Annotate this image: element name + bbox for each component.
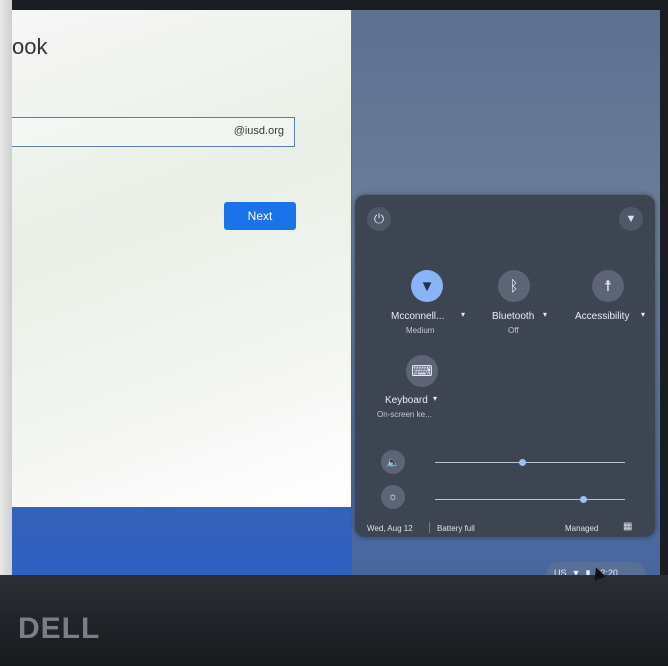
brightness-slider[interactable] <box>435 499 625 500</box>
tile-bluetooth-status: Off <box>508 326 519 335</box>
dell-logo: DELL <box>18 612 101 645</box>
bluetooth-icon: ᛒ <box>498 270 530 302</box>
brightness-icon: ☼ <box>387 491 399 503</box>
tile-accessibility-label: Accessibility <box>575 311 630 322</box>
power-button[interactable]: ⏻ <box>367 207 391 231</box>
accessibility-icon: ☨ <box>592 270 624 302</box>
page-title: ook <box>12 34 48 59</box>
chevron-down-icon: ▾ <box>641 310 646 319</box>
volume-slider[interactable] <box>435 462 625 463</box>
brightness-button[interactable]: ☼ <box>381 485 405 509</box>
collapse-button[interactable]: ▼ <box>619 207 643 231</box>
tile-bluetooth[interactable]: ᛒ Bluetooth ▾ Off <box>485 270 549 340</box>
divider <box>429 522 430 533</box>
chevron-down-icon: ▾ <box>461 310 466 319</box>
login-card: ook @iusd.org Next <box>12 10 351 507</box>
tile-bluetooth-label: Bluetooth <box>492 311 535 322</box>
volume-slider-thumb[interactable] <box>518 459 526 466</box>
tile-network-label: Mcconnell... <box>391 311 445 322</box>
managed-label[interactable]: Managed <box>565 524 598 533</box>
building-icon: ▦ <box>623 521 633 532</box>
chevron-down-icon: ▾ <box>433 394 438 403</box>
quick-settings-panel: ⏻ ▼ ▼ Mcconnell... ▾ Medium ᛒ Bluetooth … <box>355 195 655 537</box>
volume-button[interactable]: 🔈 <box>381 450 405 474</box>
power-icon: ⏻ <box>373 211 385 226</box>
tile-keyboard-status: On-screen ke... <box>377 410 432 419</box>
next-button[interactable]: Next <box>224 202 296 230</box>
brightness-slider-thumb[interactable] <box>579 496 587 503</box>
battery-label: Battery full <box>437 524 475 533</box>
tile-keyboard[interactable]: ⌨ Keyboard ▾ On-screen ke... <box>377 355 457 425</box>
email-domain-suffix: @iusd.org <box>233 125 284 137</box>
tile-network[interactable]: ▼ Mcconnell... ▾ Medium <box>391 270 465 340</box>
chevron-down-icon: ▼ <box>625 213 637 225</box>
tile-accessibility[interactable]: ☨ Accessibility ▾ <box>575 270 649 330</box>
tile-network-status: Medium <box>406 326 435 335</box>
keyboard-icon: ⌨ <box>406 355 438 387</box>
date-label[interactable]: Wed, Aug 12 <box>367 524 413 533</box>
email-field[interactable]: @iusd.org <box>12 117 295 147</box>
tile-keyboard-label: Keyboard <box>385 395 428 406</box>
volume-icon: 🔈 <box>386 456 400 469</box>
wifi-icon: ▼ <box>411 270 443 302</box>
chevron-down-icon: ▾ <box>543 310 548 319</box>
screen: ook @iusd.org Next ⏻ ▼ ▼ Mcconnell... ▾ … <box>12 10 660 580</box>
monitor-bezel <box>0 0 12 666</box>
